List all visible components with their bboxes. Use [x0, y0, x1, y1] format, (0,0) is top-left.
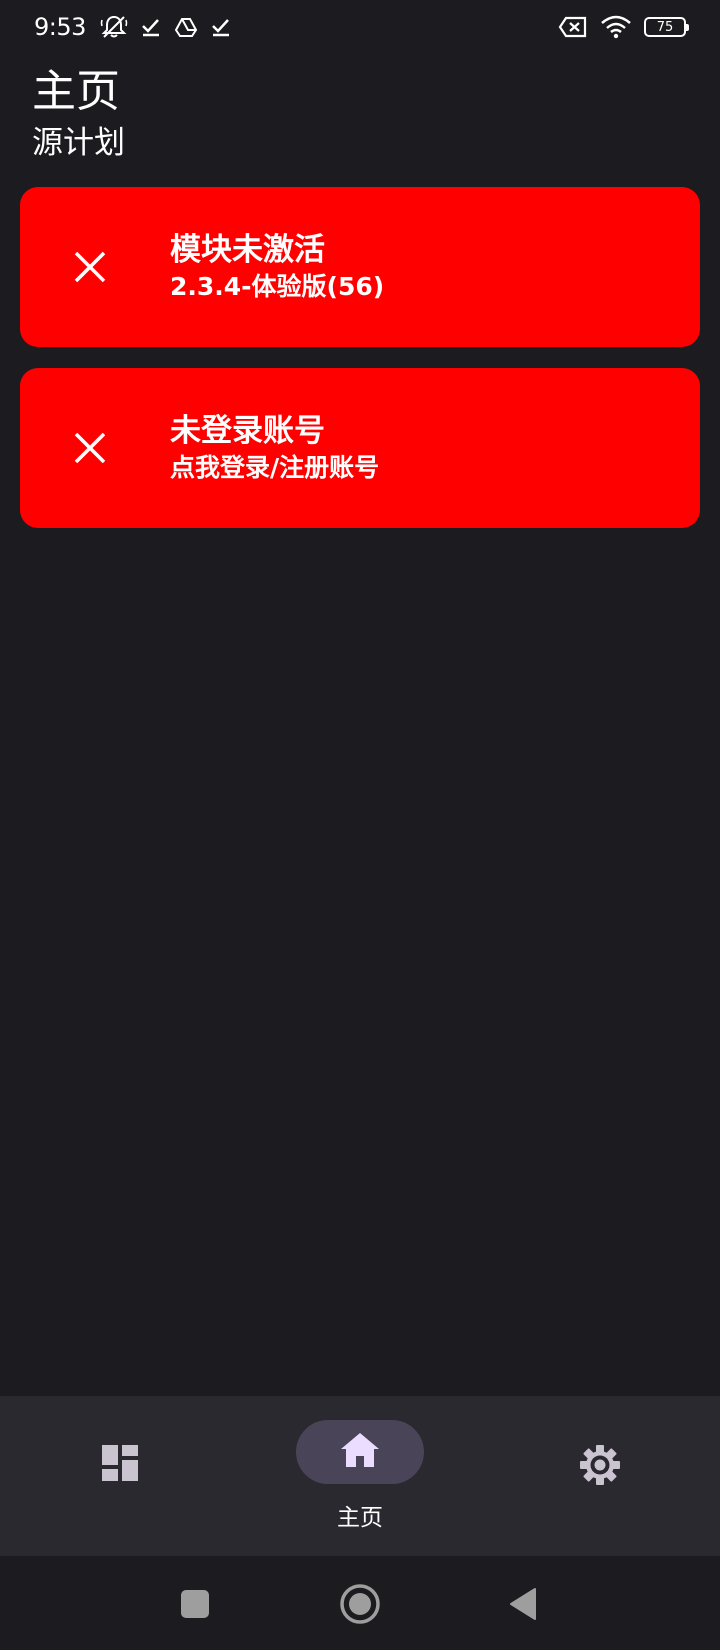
close-icon	[68, 426, 112, 470]
card-subtitle: 2.3.4-体验版(56)	[170, 272, 385, 301]
status-left: 9:53	[34, 13, 232, 41]
card-title: 模块未激活	[170, 232, 325, 268]
check-download-icon	[140, 16, 162, 38]
card-title: 未登录账号	[170, 413, 325, 449]
nav-label-home: 主页	[337, 1505, 383, 1531]
nav-item-home[interactable]: 主页	[296, 1420, 424, 1532]
recent-apps-icon[interactable]	[174, 1583, 216, 1625]
status-time: 9:53	[34, 13, 86, 41]
system-navigation-bar	[0, 1556, 720, 1650]
home-circle-icon[interactable]	[339, 1583, 381, 1625]
bottom-navigation: 主页	[0, 1396, 720, 1556]
module-status-card[interactable]: 模块未激活 2.3.4-体验版(56)	[20, 187, 700, 347]
login-card[interactable]: 未登录账号 点我登录/注册账号	[20, 368, 700, 528]
bell-off-icon	[100, 14, 128, 40]
nav-active-indicator	[296, 1420, 424, 1484]
app-root: 9:53 75 主页 源计划 模块未激活 2.3.4-体验版(56) 未登录账号…	[0, 0, 720, 1650]
nav-item-dashboard[interactable]	[80, 1444, 160, 1486]
wifi-icon	[600, 15, 632, 39]
gear-icon	[579, 1444, 621, 1490]
close-icon	[68, 245, 112, 289]
status-bar: 9:53 75	[0, 0, 720, 54]
status-right: 75	[558, 15, 689, 39]
check-download-icon	[210, 16, 232, 38]
back-icon[interactable]	[502, 1583, 544, 1625]
card-text: 模块未激活 2.3.4-体验版(56)	[170, 230, 384, 304]
battery-icon: 75	[644, 17, 689, 37]
nav-item-settings[interactable]	[560, 1444, 640, 1490]
card-text: 未登录账号 点我登录/注册账号	[170, 411, 379, 485]
dashboard-icon	[101, 1444, 139, 1486]
drive-icon	[174, 16, 198, 38]
page-title: 主页	[32, 66, 120, 117]
page-subtitle: 源计划	[32, 125, 125, 161]
card-subtitle: 点我登录/注册账号	[170, 453, 380, 482]
home-icon	[340, 1432, 380, 1472]
sim-off-icon	[558, 16, 588, 38]
